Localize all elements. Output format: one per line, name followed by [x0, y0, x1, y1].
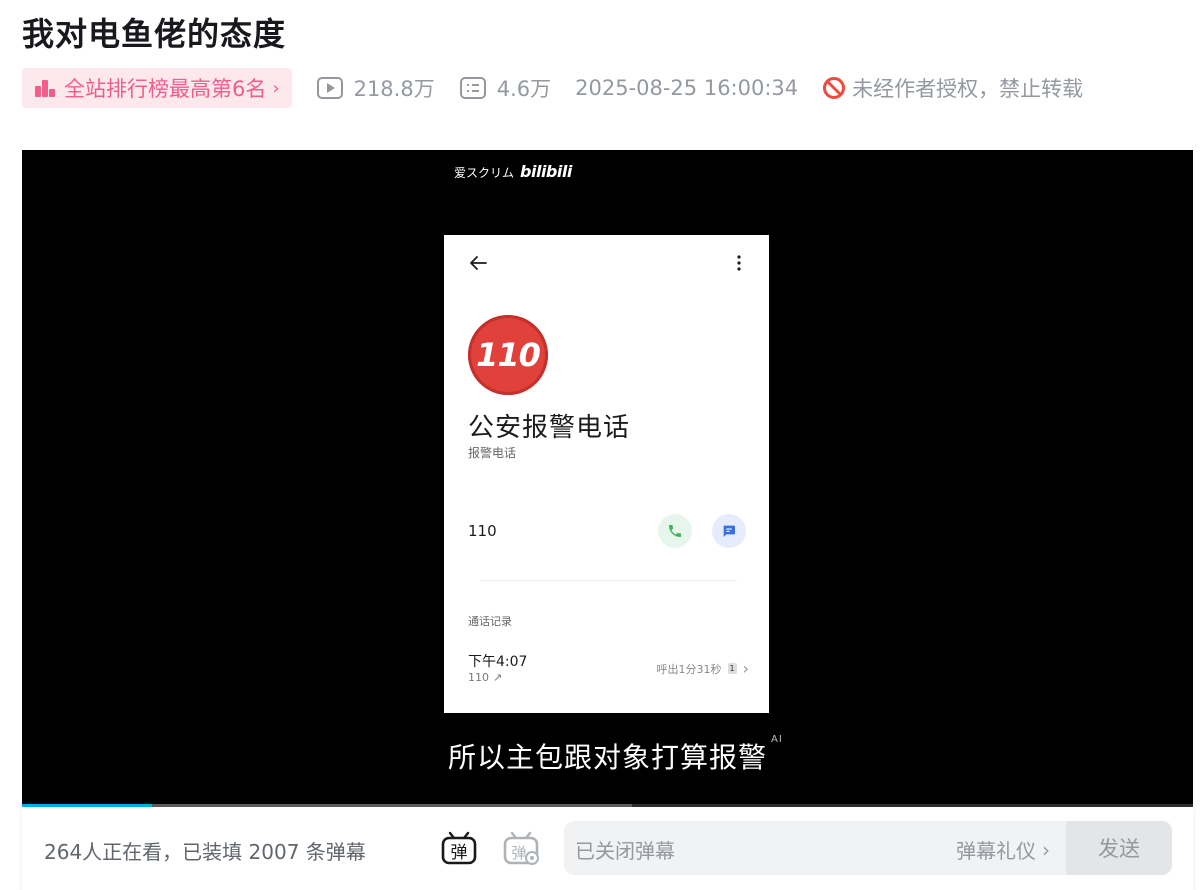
call-record-time: 下午4:07	[468, 654, 528, 670]
video-meta-bar: 全站排行榜最高第6名 › 218.8万 4.6万 2025-08-25 16:0…	[22, 68, 1083, 108]
danmaku-toggle-icon[interactable]: 弹	[440, 830, 478, 866]
view-count: 218.8万	[316, 73, 435, 103]
chevron-right-icon: ›	[272, 77, 280, 99]
call-duration-text: 呼出1分31秒	[656, 662, 722, 676]
view-count-value: 218.8万	[353, 77, 435, 101]
ai-subtitle-badge: AI	[771, 734, 783, 745]
send-button[interactable]: 发送	[1066, 821, 1172, 875]
chevron-right-icon: ›	[742, 659, 749, 678]
rank-badge[interactable]: 全站排行榜最高第6名 ›	[22, 68, 292, 108]
divider	[480, 580, 737, 581]
danmaku-count-value: 4.6万	[496, 77, 552, 101]
danmaku-input[interactable]: 已关闭弹幕 弹幕礼仪 › 发送	[564, 821, 1172, 875]
more-vertical-icon	[737, 255, 741, 271]
danmaku-bar: 264人正在看，已装填 2007 条弹幕 弹 弹 已关闭弹幕 弹幕礼仪 › 发送	[22, 807, 1193, 890]
subtitle-text: 所以主包跟对象打算报警	[448, 741, 768, 774]
rank-label: 全站排行榜最高第6名	[64, 77, 267, 101]
message-icon	[723, 525, 735, 537]
video-title: 我对电鱼佬的态度	[22, 15, 287, 53]
play-count-icon	[316, 77, 343, 99]
watermark: 爱スクリム bilibili	[454, 162, 572, 181]
subtitle: 所以主包跟对象打算报警AI	[448, 734, 783, 776]
copyright-text: 未经作者授权，禁止转载	[852, 77, 1084, 101]
call-record-duration: 呼出1分31秒 1 ›	[657, 659, 750, 678]
police-110-logo: 110	[468, 315, 548, 395]
phone-icon	[669, 525, 681, 537]
video-player[interactable]: 爱スクリム bilibili 110 公安报警电话 报警电话 110 通话记录 …	[22, 150, 1193, 807]
danmaku-etiquette-link[interactable]: 弹幕礼仪 ›	[956, 835, 1050, 864]
call-record-number: 110 ↗	[468, 671, 502, 684]
message-button	[712, 514, 746, 548]
contact-subtitle: 报警电话	[468, 446, 517, 460]
danmaku-count-icon	[459, 77, 486, 99]
danmaku-input-placeholder: 已关闭弹幕	[575, 839, 675, 863]
call-record-number-text: 110	[468, 671, 489, 684]
watermark-text: 爱スクリム	[454, 166, 515, 180]
danmaku-count: 4.6万	[459, 73, 551, 103]
danmaku-etiquette-label: 弹幕礼仪	[956, 839, 1036, 863]
svg-text:弹: 弹	[451, 843, 468, 863]
phone-screenshot: 110 公安报警电话 报警电话 110 通话记录 下午4:07 110 ↗ 呼出…	[444, 235, 769, 713]
copyright-notice: 未经作者授权，禁止转载	[822, 73, 1083, 103]
contact-name: 公安报警电话	[468, 413, 631, 443]
call-button	[658, 514, 692, 548]
chevron-right-icon: ›	[1042, 837, 1050, 862]
back-arrow-icon	[470, 256, 487, 270]
contact-number: 110	[468, 522, 497, 540]
outgoing-arrow-icon: ↗	[493, 671, 503, 684]
call-records-label: 通话记录	[468, 615, 512, 628]
viewer-count: 264人正在看，已装填 2007 条弹幕	[44, 840, 366, 864]
publish-time: 2025-08-25 16:00:34	[575, 76, 799, 100]
danmaku-settings-icon[interactable]: 弹	[502, 830, 540, 866]
sim-badge: 1	[727, 663, 737, 674]
rank-icon	[35, 80, 55, 97]
svg-text:弹: 弹	[511, 844, 526, 862]
forbidden-icon	[823, 77, 846, 99]
watermark-logo: bilibili	[520, 162, 572, 181]
